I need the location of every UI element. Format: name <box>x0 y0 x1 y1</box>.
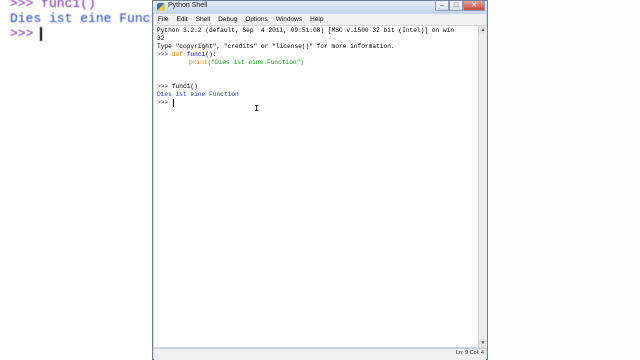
call-text: func1() <box>171 83 198 90</box>
text-caret <box>173 99 174 107</box>
print-string: ("Dies ist eine Function") <box>207 59 305 66</box>
keyword-print: print <box>189 59 208 66</box>
def-params: (): <box>205 51 217 58</box>
scroll-down-arrow-icon[interactable]: ▼ <box>479 339 487 347</box>
menu-options[interactable]: Options <box>241 14 271 25</box>
bg-line-output: Dies ist eine Funct <box>10 11 152 26</box>
menu-file[interactable]: File <box>154 14 172 25</box>
title-bar[interactable]: Python Shell – □ ✕ <box>153 1 487 14</box>
background-right <box>488 0 640 360</box>
bg-caret <box>40 27 42 41</box>
close-button[interactable]: ✕ <box>463 1 485 11</box>
code-line-def: >>> def func1(): <box>157 51 216 59</box>
menu-windows[interactable]: Windows <box>272 14 306 25</box>
output-line: Dies ist eine Function <box>157 91 239 98</box>
bg-line-prompt: >>> <box>10 26 34 41</box>
bg-line-call: >>> func1() <box>10 0 96 11</box>
python-app-icon <box>157 3 165 11</box>
vertical-scrollbar[interactable]: ▲ ▼ <box>478 26 487 347</box>
current-prompt: >>> <box>157 99 169 106</box>
status-bar: Ln: 9 Col: 4 <box>154 348 486 360</box>
prompt: >>> <box>157 83 169 90</box>
code-line-print: print("Dies ist eine Function") <box>189 59 304 67</box>
minimize-button[interactable]: – <box>435 1 449 11</box>
menu-shell[interactable]: Shell <box>192 14 214 25</box>
menu-edit[interactable]: Edit <box>172 14 191 25</box>
window-title: Python Shell <box>168 2 208 9</box>
menu-bar: File Edit Shell Debug Options Windows He… <box>154 14 486 26</box>
background-zoomed-shell: >>> func1() Dies ist eine Funct >>> <box>0 0 152 360</box>
maximize-button[interactable]: □ <box>449 1 463 11</box>
menu-debug[interactable]: Debug <box>214 14 241 25</box>
keyword-def: def <box>171 51 183 58</box>
scroll-up-arrow-icon[interactable]: ▲ <box>479 26 487 34</box>
menu-help[interactable]: Help <box>306 14 327 25</box>
banner-line-3: Type "copyright", "credits" or "license(… <box>157 43 395 50</box>
banner-line-1: Python 3.2.2 (default, Sep 4 2011, 09:51… <box>157 27 455 34</box>
ibeam-cursor-icon: I <box>254 104 260 114</box>
python-shell-window: Python Shell – □ ✕ File Edit Shell Debug… <box>152 0 488 360</box>
cursor-position: Ln: 9 Col: 4 <box>455 350 484 356</box>
shell-text-area[interactable]: Python 3.2.2 (default, Sep 4 2011, 09:51… <box>154 26 478 347</box>
code-line-call: >>> func1() <box>157 83 198 91</box>
function-name: func1 <box>186 51 206 58</box>
window-controls: – □ ✕ <box>435 1 485 12</box>
banner-line-2: 32 <box>157 35 165 42</box>
prompt: >>> <box>157 51 169 58</box>
